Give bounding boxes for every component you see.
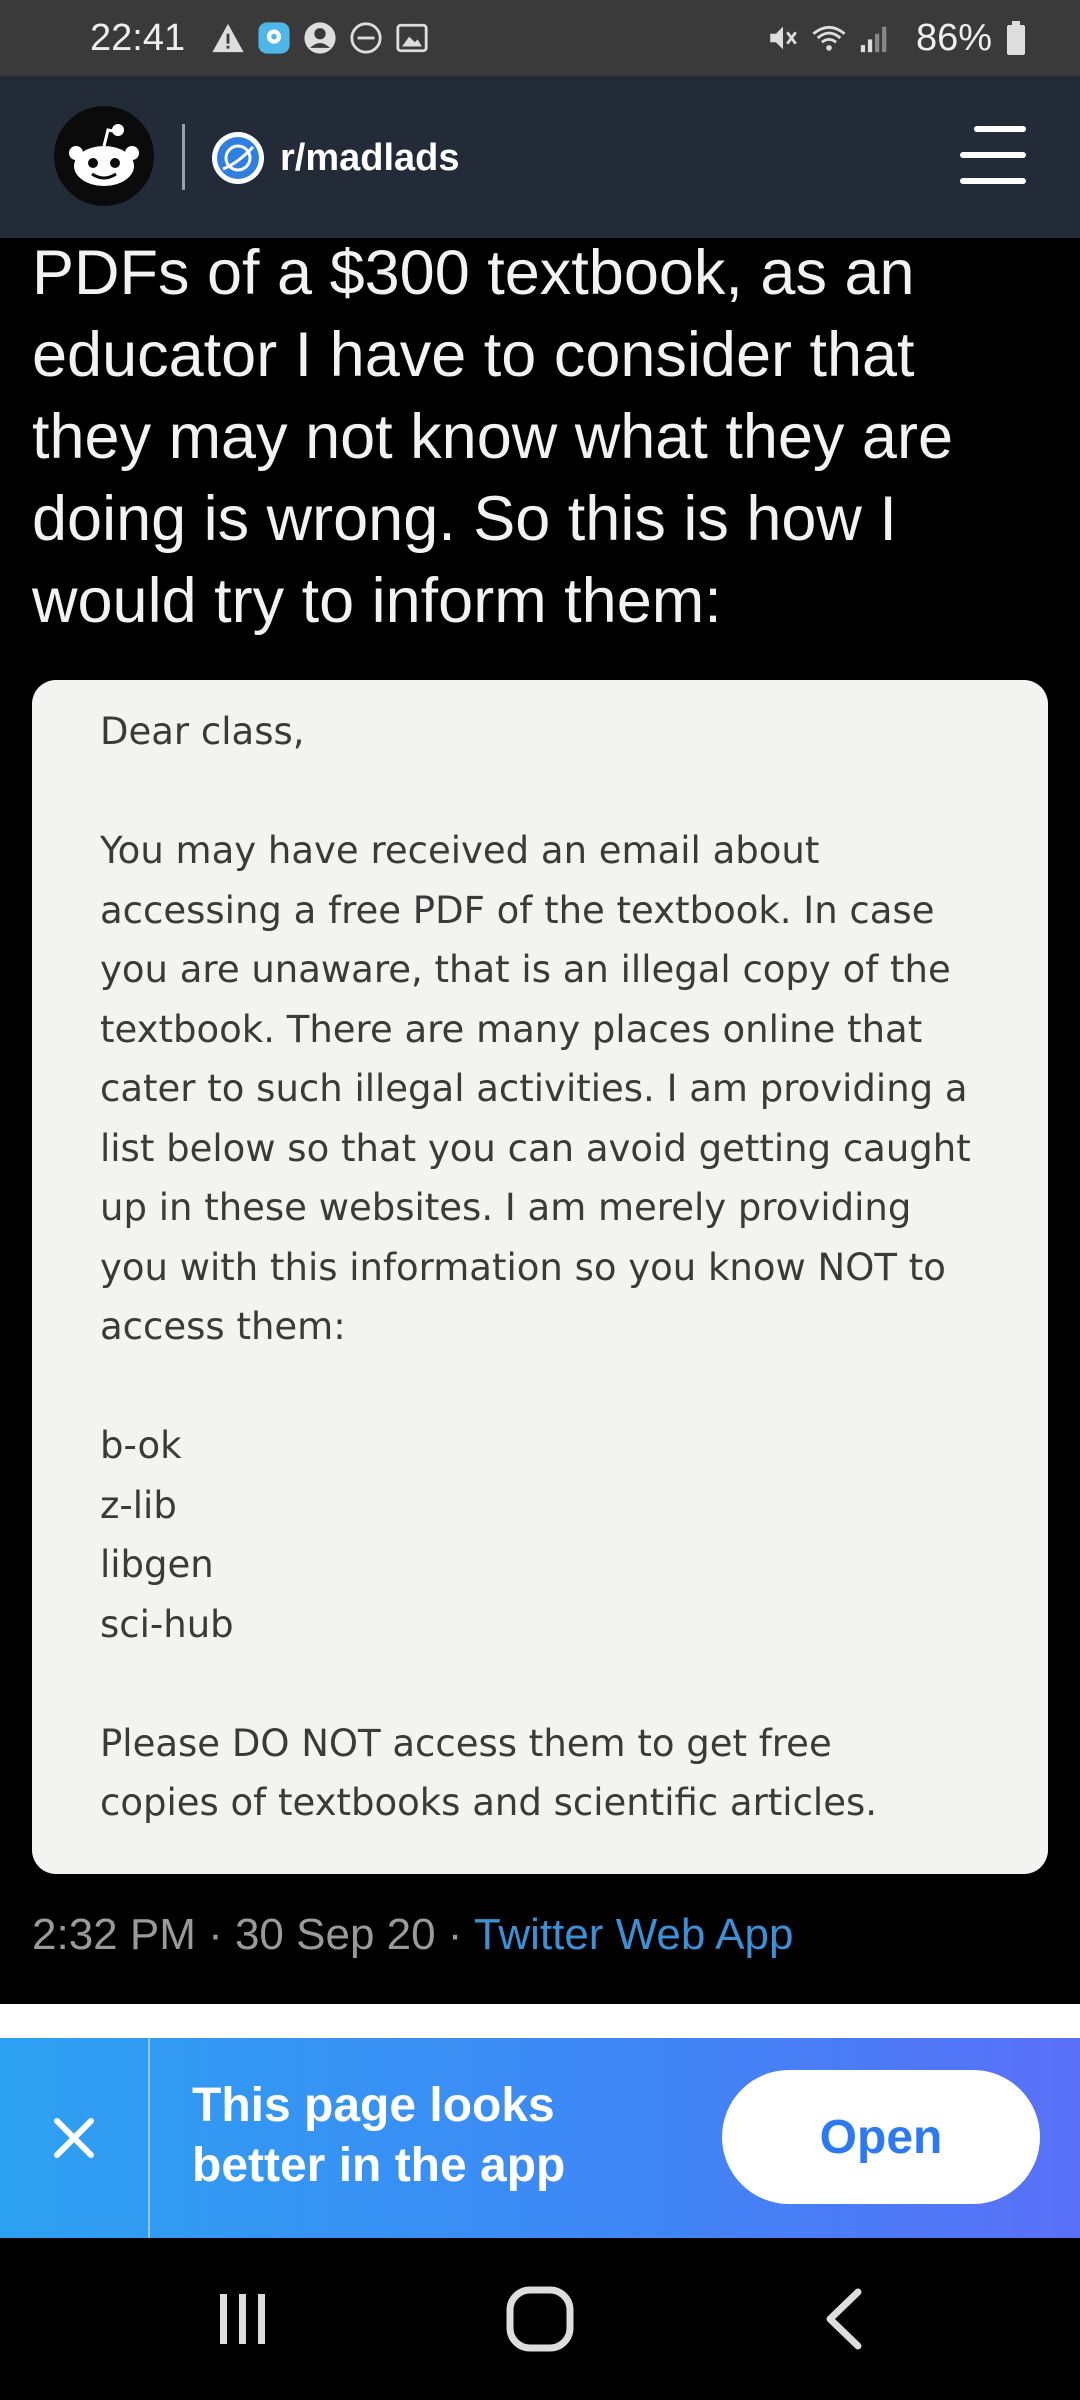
image-icon [396,23,428,53]
back-icon[interactable] [814,2284,874,2354]
tweet-source-link[interactable]: Twitter Web App [474,1910,794,1959]
open-app-button[interactable]: Open [722,2070,1040,2204]
status-bar: 22:41 86% [0,0,1080,76]
warning-icon [212,23,244,53]
subreddit-icon[interactable] [212,132,264,184]
close-icon [54,2118,94,2158]
reddit-header: r/madlads [0,76,1080,238]
hamburger-menu-icon[interactable] [960,126,1026,186]
tweet-timestamp: 2:32 PM · 30 Sep 20 · Twitter Web App [32,1910,793,1960]
banner-message: This page looks better in the app [192,2079,566,2192]
dnd-icon [350,22,382,54]
location-icon [258,22,290,54]
content-divider [0,2004,1080,2038]
header-divider [182,124,185,190]
recent-apps-icon[interactable] [208,2284,278,2354]
mute-icon [770,26,797,50]
tweet-time: 2:32 PM · 30 Sep 20 · [32,1910,474,1959]
note-text: Dear class, You may have received an ema… [100,710,971,1824]
reddit-snoo-icon[interactable] [54,106,154,206]
account-icon [304,22,336,54]
tweet-text: PDFs of a $300 textbook, as an educator … [32,238,953,636]
signal-icon [860,26,887,53]
battery-percent: 86% [915,16,992,59]
home-icon[interactable] [504,2284,576,2354]
close-banner-button[interactable] [0,2038,150,2238]
app-banner: This page looks better in the app Open [0,2038,1080,2238]
status-time: 22:41 [90,16,186,59]
navigation-bar [0,2238,1080,2400]
battery-icon [1007,21,1025,55]
wifi-icon [812,25,846,51]
note-image: Dear class, You may have received an ema… [32,680,1048,1874]
subreddit-name[interactable]: r/madlads [280,132,460,184]
